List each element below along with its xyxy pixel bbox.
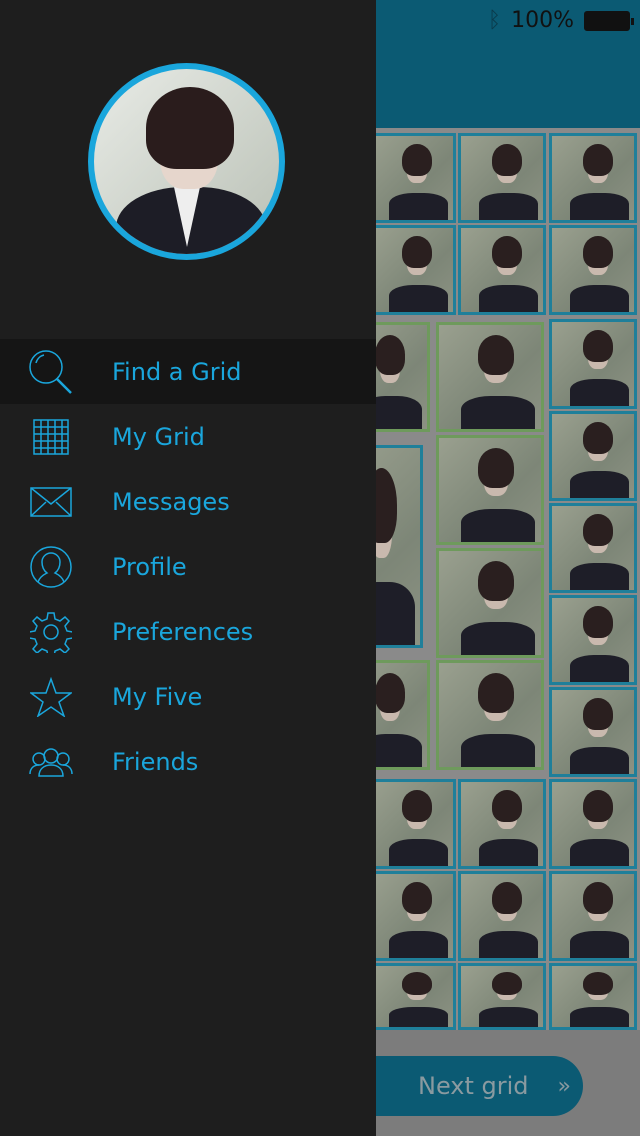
photo-tile[interactable] <box>549 595 637 685</box>
photo-tile[interactable] <box>368 133 456 223</box>
side-drawer: Find a Grid My Grid Messages Profile Pre… <box>0 0 376 1136</box>
menu-item-find-a-grid[interactable]: Find a Grid <box>0 339 376 404</box>
gear-icon <box>0 611 112 653</box>
next-grid-label: Next grid <box>418 1072 529 1100</box>
menu-item-label: Preferences <box>112 617 254 646</box>
photo-tile[interactable] <box>458 779 546 869</box>
photo-tile[interactable] <box>458 871 546 961</box>
photo-tile[interactable] <box>549 319 637 409</box>
photo-tile[interactable] <box>549 225 637 315</box>
photo-tile[interactable] <box>436 322 544 432</box>
bluetooth-icon: ᛒ <box>487 8 502 33</box>
photo-tile[interactable] <box>436 435 544 545</box>
photo-tile[interactable] <box>549 503 637 593</box>
photo-tile[interactable] <box>549 687 637 777</box>
menu-item-my-grid[interactable]: My Grid <box>0 404 376 469</box>
menu-item-label: Profile <box>112 552 187 581</box>
photo-tile[interactable] <box>368 963 456 1030</box>
photo-tile[interactable] <box>549 133 637 223</box>
star-icon <box>0 676 112 717</box>
avatar[interactable] <box>88 63 285 260</box>
friends-icon <box>0 747 112 777</box>
search-icon <box>0 349 112 395</box>
status-bar: ᛒ 100% <box>487 8 634 33</box>
photo-tile[interactable] <box>368 871 456 961</box>
envelope-icon <box>0 486 112 517</box>
menu-item-friends[interactable]: Friends <box>0 729 376 794</box>
grid-icon <box>0 418 112 455</box>
menu-item-label: Messages <box>112 487 230 516</box>
photo-tile[interactable] <box>436 548 544 658</box>
photo-tile[interactable] <box>368 779 456 869</box>
photo-tile[interactable] <box>549 963 637 1030</box>
battery-percent: 100% <box>511 8 574 33</box>
photo-tile[interactable] <box>368 225 456 315</box>
menu-item-label: Friends <box>112 747 199 776</box>
photo-tile[interactable] <box>458 963 546 1030</box>
menu-item-preferences[interactable]: Preferences <box>0 599 376 664</box>
user-icon <box>0 545 112 589</box>
photo-tile[interactable] <box>458 225 546 315</box>
menu-item-label: My Grid <box>112 422 205 451</box>
battery-icon <box>584 10 634 31</box>
menu-list: Find a Grid My Grid Messages Profile Pre… <box>0 339 376 794</box>
photo-tile[interactable] <box>458 133 546 223</box>
double-chevron-icon: » <box>557 1073 571 1099</box>
menu-item-label: My Five <box>112 682 203 711</box>
menu-item-label: Find a Grid <box>112 357 242 386</box>
photo-tile[interactable] <box>549 779 637 869</box>
photo-tile[interactable] <box>549 871 637 961</box>
photo-tile[interactable] <box>436 660 544 770</box>
menu-item-profile[interactable]: Profile <box>0 534 376 599</box>
menu-item-messages[interactable]: Messages <box>0 469 376 534</box>
menu-item-my-five[interactable]: My Five <box>0 664 376 729</box>
photo-tile[interactable] <box>549 411 637 501</box>
